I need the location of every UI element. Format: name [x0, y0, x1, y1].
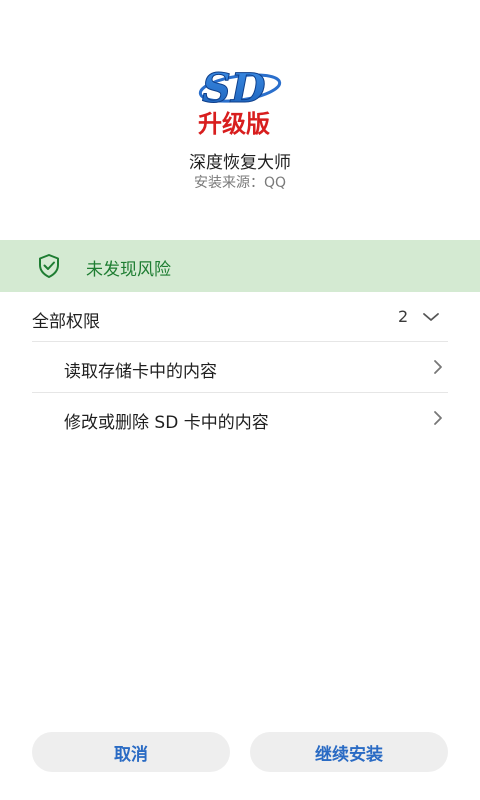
permission-label: 修改或删除 SD 卡中的内容 — [64, 413, 269, 433]
risk-status-banner: 未发现风险 — [0, 240, 480, 292]
permissions-title: 全部权限 — [32, 312, 100, 332]
app-icon: SD 升级版 — [192, 52, 288, 138]
shield-check-icon — [36, 253, 62, 279]
svg-text:升级版: 升级版 — [198, 110, 270, 138]
chevron-right-icon — [430, 357, 446, 377]
chevron-right-icon — [430, 408, 446, 428]
permission-item-modify-sd[interactable]: 修改或删除 SD 卡中的内容 — [0, 393, 480, 443]
permission-item-read-storage[interactable]: 读取存储卡中的内容 — [0, 342, 480, 392]
permissions-count: 2 — [398, 307, 409, 326]
permission-label: 读取存储卡中的内容 — [64, 362, 217, 382]
app-name: 深度恢复大师 — [189, 153, 291, 173]
cancel-button[interactable]: 取消 — [32, 732, 230, 772]
risk-status-text: 未发现风险 — [86, 260, 171, 280]
install-source: 安装来源：QQ — [193, 175, 287, 191]
svg-text:SD: SD — [202, 65, 266, 112]
all-permissions-toggle[interactable]: 全部权限 2 — [0, 292, 480, 342]
chevron-down-icon — [420, 308, 442, 326]
continue-install-button[interactable]: 继续安装 — [250, 732, 448, 772]
